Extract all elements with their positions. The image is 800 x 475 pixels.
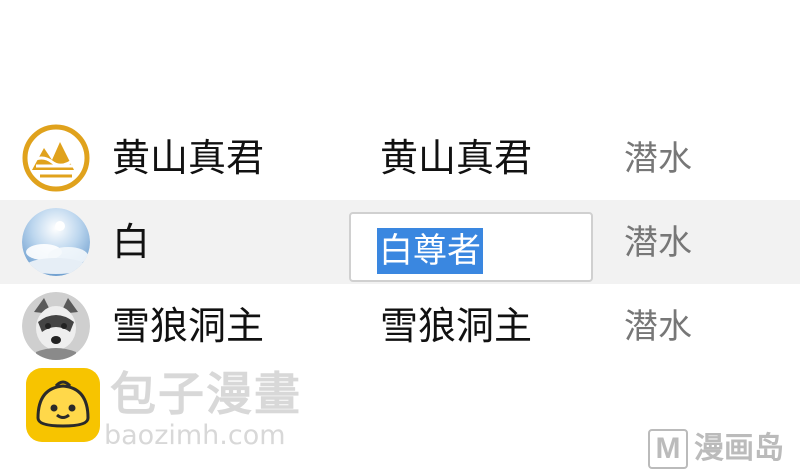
corner-logo-text: 漫画岛: [694, 431, 784, 466]
corner-watermark: M 漫画岛: [648, 428, 784, 470]
wolf-avatar-icon[interactable]: [22, 292, 90, 360]
watermark-brand-name: 包子漫畫: [110, 367, 302, 421]
member-list: 黄山真君 黄山真君 潜水 白 白尊者 潜水 雪狼洞主 雪狼洞主 潜水: [0, 116, 800, 368]
member-group-card-name[interactable]: 黄山真君: [380, 136, 532, 180]
member-nickname: 白: [112, 220, 151, 264]
member-group-card-name[interactable]: 雪狼洞主: [380, 304, 532, 348]
member-list-screen: 黄山真君 黄山真君 潜水 白 白尊者 潜水 雪狼洞主 雪狼洞主 潜水 包子漫畫 …: [0, 0, 800, 475]
member-role-badge: 潜水: [624, 223, 692, 263]
sky-clouds-avatar-icon[interactable]: [22, 208, 90, 276]
member-nickname: 雪狼洞主: [112, 304, 265, 348]
steamed-bun-icon: [26, 368, 100, 442]
mountain-logo-icon[interactable]: [22, 124, 90, 192]
member-role-badge: 潜水: [624, 139, 692, 179]
selected-text[interactable]: 白尊者: [377, 228, 483, 274]
member-row[interactable]: 雪狼洞主 雪狼洞主 潜水: [0, 284, 800, 368]
member-row[interactable]: 黄山真君 黄山真君 潜水: [0, 116, 800, 200]
member-role-badge: 潜水: [624, 307, 692, 347]
member-nickname: 黄山真君: [112, 136, 265, 180]
group-card-name-input[interactable]: 白尊者: [349, 212, 593, 282]
corner-logo-letter: M: [648, 429, 688, 469]
watermark-url: baozimh.com: [104, 420, 286, 451]
member-row-selected[interactable]: 白 白尊者 潜水: [0, 200, 800, 284]
